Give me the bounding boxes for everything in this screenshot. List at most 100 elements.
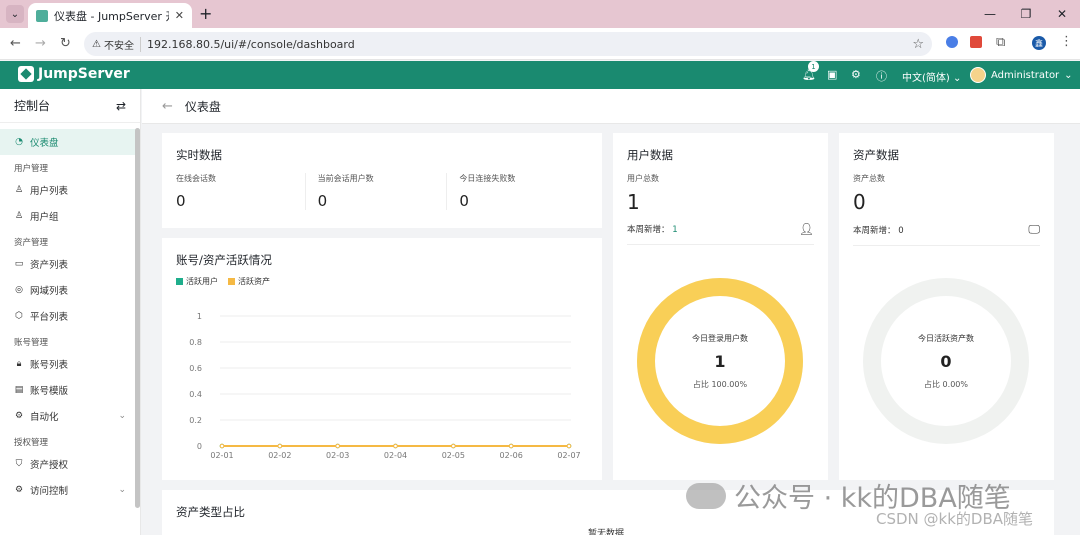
back-arrow-icon[interactable]: ← xyxy=(162,99,173,114)
minimize-button[interactable]: — xyxy=(972,0,1008,28)
sidebar-item[interactable]: ♙ 用户列表 xyxy=(0,177,140,203)
activity-card: 账号/资产活跃情况 活跃用户 活跃资产 0 0.2 0.4 0.6 0.8 1 02-01 0… xyxy=(162,238,602,480)
y-tick-label: 0.6 xyxy=(189,364,202,373)
data-point xyxy=(277,443,283,449)
omnibox[interactable]: ⚠ 不安全 192.168.80.5/ui/#/console/dashboar… xyxy=(84,32,932,56)
x-tick-label: 02-01 xyxy=(210,451,233,460)
wechat-icon xyxy=(686,482,726,509)
page-header: ← 仪表盘 xyxy=(142,89,1080,124)
new-tab-button[interactable]: + xyxy=(199,4,212,23)
sidebar-item[interactable]: ⛉ 资产授权 xyxy=(0,451,140,477)
x-tick-label: 02-07 xyxy=(557,451,580,460)
template-icon: ▤ xyxy=(14,385,24,395)
back-icon[interactable]: ← xyxy=(10,36,21,51)
ring-value: 0 xyxy=(940,351,952,371)
user-data-title: 用户数据 xyxy=(627,148,673,162)
browser-tab[interactable]: 仪表盘 - JumpServer 开源堡垒... ✕ xyxy=(28,3,192,28)
sidebar-item[interactable]: ◎ 网域列表 xyxy=(0,277,140,303)
sidebar-item-label: 自动化 xyxy=(30,412,59,423)
settings-icon[interactable]: ⚙ xyxy=(851,68,861,81)
asset-active-ring: 今日活跃资产数 0 占比 0.00% xyxy=(861,276,1031,446)
chevron-down-icon: ⌄ xyxy=(118,411,126,421)
data-point xyxy=(219,443,225,449)
x-tick-label: 02-06 xyxy=(500,451,523,460)
sidebar-item-label: 资产授权 xyxy=(30,460,69,471)
legend-item-assets[interactable]: 活跃资产 xyxy=(228,276,270,287)
sidebar-header: 控制台 ⇄ xyxy=(0,89,140,123)
tab-title: 仪表盘 - JumpServer 开源堡垒... xyxy=(54,9,169,23)
asset-total-value: 0 xyxy=(853,190,866,214)
close-window-button[interactable]: ✕ xyxy=(1044,0,1080,28)
extension-icon[interactable] xyxy=(946,36,958,48)
watermark-csdn: CSDN @kk的DBA随笔 xyxy=(876,510,1034,528)
sidebar-item[interactable]: ⚙ 自动化 ⌄ xyxy=(0,403,140,429)
help-icon[interactable]: ⓘ xyxy=(876,68,887,84)
asset-data-card: 资产数据 资产总数 0 本周新增： 0 🖵 今日活跃资产数 0 占比 0.00% xyxy=(839,133,1054,480)
sidebar-scrollbar[interactable] xyxy=(135,128,140,508)
sidebar-item[interactable]: ▤ 账号模版 xyxy=(0,377,140,403)
sidebar-item[interactable]: 🔒︎ 账号列表 xyxy=(0,351,140,377)
security-indicator[interactable]: ⚠ 不安全 xyxy=(92,36,141,52)
url-text[interactable]: 192.168.80.5/ui/#/console/dashboard xyxy=(147,38,355,51)
maximize-button[interactable]: ❐ xyxy=(1008,0,1044,28)
forward-icon[interactable]: → xyxy=(35,36,46,51)
monitor-icon: 🖵 xyxy=(1028,222,1040,236)
sidebar-menu: ◔ 仪表盘 用户管理 ♙ 用户列表 ♙ 用户组 资产管理 ▭ 资产列表 ◎ 网域列表 ⬡ 平台列表 账号管理… xyxy=(0,123,140,503)
asset-total-label: 资产总数 xyxy=(853,174,885,183)
ring-value: 1 xyxy=(714,351,726,371)
sidebar-item[interactable]: ⚙ 访问控制 ⌄ xyxy=(0,477,140,503)
lock-icon: 🔒︎ xyxy=(16,359,22,369)
asset-new-value: 0 xyxy=(898,225,904,236)
sidebar-title: 控制台 xyxy=(14,99,51,113)
browser-menu-icon[interactable]: ⋮ xyxy=(1060,34,1073,49)
x-tick-label: 02-05 xyxy=(442,451,465,460)
chart-legend: 活跃用户 活跃资产 xyxy=(176,276,588,287)
chevron-down-icon: ⌄ xyxy=(1064,69,1073,81)
ring-label: 今日活跃资产数 xyxy=(918,333,974,343)
switch-view-icon[interactable]: ⇄ xyxy=(116,99,126,113)
sidebar-item-label: 仪表盘 xyxy=(30,138,59,149)
activity-title: 账号/资产活跃情况 xyxy=(176,253,272,267)
gear-icon: ⚙ xyxy=(14,485,24,495)
sidebar-item[interactable]: ♙ 用户组 xyxy=(0,203,140,229)
sidebar-item[interactable]: ◔ 仪表盘 xyxy=(0,129,140,155)
legend-item-users[interactable]: 活跃用户 xyxy=(176,276,218,287)
data-point xyxy=(508,443,514,449)
notification-badge: 1 xyxy=(808,61,819,72)
sidebar-item-label: 平台列表 xyxy=(30,312,69,323)
language-selector[interactable]: 中文(简体) ⌄ xyxy=(902,69,961,84)
user-icon: ♙ xyxy=(14,185,24,195)
user-name: Administrator xyxy=(991,69,1060,81)
sidebar-item[interactable]: ⬡ 平台列表 xyxy=(0,303,140,329)
bookmark-star-icon[interactable]: ☆ xyxy=(912,37,924,52)
terminal-icon[interactable]: ▣ xyxy=(827,68,837,81)
stat-failed-connections: 今日连接失败数 0 xyxy=(446,173,588,210)
sidebar-group-label: 授权管理 xyxy=(14,438,49,448)
stat-value: 0 xyxy=(176,192,186,210)
monitor-icon: ▭ xyxy=(14,259,24,269)
logo-text: JumpServer xyxy=(38,66,130,82)
data-point xyxy=(451,443,456,449)
tab-search-button[interactable]: ⌄ xyxy=(6,5,24,23)
stat-label: 今日连接失败数 xyxy=(459,174,516,183)
stat-label: 在线会话数 xyxy=(176,174,216,183)
close-tab-icon[interactable]: ✕ xyxy=(175,9,184,22)
address-bar: ← → ↻ ⚠ 不安全 192.168.80.5/ui/#/console/da… xyxy=(0,28,1080,60)
sidebar-item-label: 用户组 xyxy=(30,212,59,223)
stat-online-sessions: 在线会话数 0 xyxy=(176,173,305,210)
reload-icon[interactable]: ↻ xyxy=(60,36,71,51)
user-menu[interactable]: Administrator ⌄ xyxy=(970,67,1073,83)
user-new-row: 本周新增： 1 👤︎ xyxy=(627,222,814,245)
sidebar-item-label: 网域列表 xyxy=(30,286,69,297)
stat-label: 当前会话用户数 xyxy=(317,174,374,183)
y-tick-label: 0.8 xyxy=(189,338,202,347)
security-label: 不安全 xyxy=(103,40,134,52)
sidebar-item[interactable]: ▭ 资产列表 xyxy=(0,251,140,277)
profile-avatar[interactable]: 鑫 xyxy=(1032,36,1046,50)
app-logo[interactable]: JumpServer xyxy=(18,66,130,82)
y-tick-label: 0.2 xyxy=(189,416,202,425)
data-point xyxy=(566,443,572,449)
warning-icon: ⚠ xyxy=(92,38,101,50)
extensions-puzzle-icon[interactable]: ⧉ xyxy=(996,35,1005,50)
extension-icon[interactable] xyxy=(970,36,982,48)
